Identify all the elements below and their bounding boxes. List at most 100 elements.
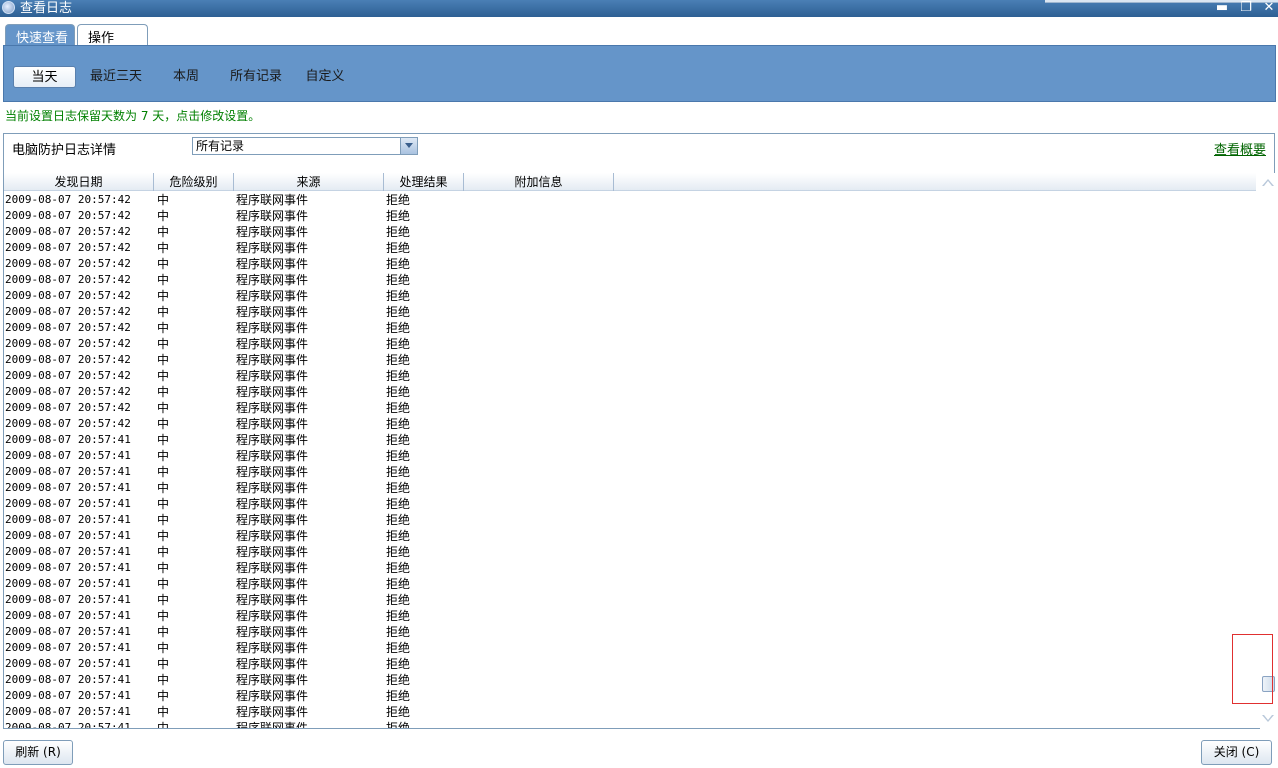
table-row[interactable]: 2009-08-07 20:57:41 中 程序联网事件 拒绝 [4,496,1256,512]
table-cell-src: 程序联网事件 [236,641,309,655]
table-row[interactable]: 2009-08-07 20:57:42 中 程序联网事件 拒绝 [4,384,1256,400]
scroll-up-icon[interactable] [1262,177,1274,187]
table-cell-res: 拒绝 [386,545,411,559]
table-row[interactable]: 2009-08-07 20:57:41 中 程序联网事件 拒绝 [4,640,1256,656]
table-cell-res: 拒绝 [386,321,411,335]
title-bar: 查看日志 ▬ ❐ ✕ [0,0,1278,17]
column-header-result[interactable]: 处理结果 [384,173,464,191]
table-row[interactable]: 2009-08-07 20:57:42 中 程序联网事件 拒绝 [4,304,1256,320]
scroll-down-icon[interactable] [1262,714,1274,724]
refresh-button[interactable]: 刷新 (R) [3,740,73,765]
chevron-down-icon[interactable] [400,138,417,154]
period-today-button[interactable]: 当天 [13,66,76,88]
table-cell-date: 2009-08-07 20:57:42 [5,385,131,398]
table-cell-date: 2009-08-07 20:57:42 [5,289,131,302]
table-row[interactable]: 2009-08-07 20:57:41 中 程序联网事件 拒绝 [4,480,1256,496]
table-cell-lvl: 中 [157,545,170,559]
table-cell-src: 程序联网事件 [236,545,309,559]
period-custom-button[interactable]: 自定义 [301,66,349,88]
table-cell-date: 2009-08-07 20:57:41 [5,529,131,542]
column-header-date[interactable]: 发现日期 [4,173,154,191]
table-cell-res: 拒绝 [386,241,411,255]
table-cell-lvl: 中 [157,593,170,607]
close-window-button[interactable]: ✕ [1261,1,1277,15]
table-row[interactable]: 2009-08-07 20:57:41 中 程序联网事件 拒绝 [4,624,1256,640]
view-overview-link[interactable]: 查看概要 [1214,139,1266,158]
table-row[interactable]: 2009-08-07 20:57:41 中 程序联网事件 拒绝 [4,512,1256,528]
table-row[interactable]: 2009-08-07 20:57:42 中 程序联网事件 拒绝 [4,352,1256,368]
table-cell-lvl: 中 [157,225,170,239]
table-row[interactable]: 2009-08-07 20:57:41 中 程序联网事件 拒绝 [4,464,1256,480]
table-cell-date: 2009-08-07 20:57:42 [5,353,131,366]
table-row[interactable]: 2009-08-07 20:57:41 中 程序联网事件 拒绝 [4,608,1256,624]
table-row[interactable]: 2009-08-07 20:57:42 中 程序联网事件 拒绝 [4,416,1256,432]
table-cell-lvl: 中 [157,721,170,728]
table-cell-date: 2009-08-07 20:57:41 [5,593,131,606]
table-cell-lvl: 中 [157,321,170,335]
table-cell-lvl: 中 [157,625,170,639]
table-cell-lvl: 中 [157,657,170,671]
table-row[interactable]: 2009-08-07 20:57:41 中 程序联网事件 拒绝 [4,672,1256,688]
retention-notice-link[interactable]: 当前设置日志保留天数为 7 天，点击修改设置。 [5,107,260,124]
table-row[interactable]: 2009-08-07 20:57:41 中 程序联网事件 拒绝 [4,544,1256,560]
table-cell-res: 拒绝 [386,257,411,271]
close-button[interactable]: 关闭 (C) [1201,740,1272,765]
table-row[interactable]: 2009-08-07 20:57:42 中 程序联网事件 拒绝 [4,288,1256,304]
column-header-source[interactable]: 来源 [234,173,384,191]
table-row[interactable]: 2009-08-07 20:57:41 中 程序联网事件 拒绝 [4,688,1256,704]
table-cell-lvl: 中 [157,385,170,399]
table-cell-res: 拒绝 [386,193,411,207]
table-cell-res: 拒绝 [386,337,411,351]
table-row[interactable]: 2009-08-07 20:57:42 中 程序联网事件 拒绝 [4,368,1256,384]
period-this-week-button[interactable]: 本周 [164,66,208,88]
table-cell-lvl: 中 [157,257,170,271]
table-cell-src: 程序联网事件 [236,305,309,319]
table-cell-date: 2009-08-07 20:57:42 [5,193,131,206]
detail-title: 电脑防护日志详情 [12,143,117,158]
table-cell-lvl: 中 [157,241,170,255]
table-row[interactable]: 2009-08-07 20:57:41 中 程序联网事件 拒绝 [4,560,1256,576]
table-row[interactable]: 2009-08-07 20:57:42 中 程序联网事件 拒绝 [4,240,1256,256]
table-row[interactable]: 2009-08-07 20:57:41 中 程序联网事件 拒绝 [4,704,1256,720]
table-row[interactable]: 2009-08-07 20:57:41 中 程序联网事件 拒绝 [4,576,1256,592]
table-row[interactable]: 2009-08-07 20:57:42 中 程序联网事件 拒绝 [4,272,1256,288]
table-cell-date: 2009-08-07 20:57:41 [5,465,131,478]
table-row[interactable]: 2009-08-07 20:57:42 中 程序联网事件 拒绝 [4,256,1256,272]
table-row[interactable]: 2009-08-07 20:57:41 中 程序联网事件 拒绝 [4,448,1256,464]
table-row[interactable]: 2009-08-07 20:57:42 中 程序联网事件 拒绝 [4,208,1256,224]
table-row[interactable]: 2009-08-07 20:57:41 中 程序联网事件 拒绝 [4,432,1256,448]
period-all-records-button[interactable]: 所有记录 [226,66,286,88]
table-row[interactable]: 2009-08-07 20:57:41 中 程序联网事件 拒绝 [4,528,1256,544]
table-cell-res: 拒绝 [386,561,411,575]
log-detail-frame: 电脑防护日志详情 所有记录 查看概要 发现日期 危险级别 来源 处理结果 附加信… [3,133,1276,729]
period-last-three-days-button[interactable]: 最近三天 [86,66,146,88]
table-row[interactable]: 2009-08-07 20:57:41 中 程序联网事件 拒绝 [4,720,1256,728]
table-cell-date: 2009-08-07 20:57:42 [5,305,131,318]
table-row[interactable]: 2009-08-07 20:57:41 中 程序联网事件 拒绝 [4,592,1256,608]
table-cell-lvl: 中 [157,705,170,719]
column-header-level[interactable]: 危险级别 [154,173,234,191]
table-cell-lvl: 中 [157,209,170,223]
table-cell-date: 2009-08-07 20:57:41 [5,545,131,558]
table-cell-res: 拒绝 [386,449,411,463]
table-cell-date: 2009-08-07 20:57:42 [5,369,131,382]
restore-button[interactable]: ❐ [1238,1,1254,15]
table-row[interactable]: 2009-08-07 20:57:42 中 程序联网事件 拒绝 [4,224,1256,240]
tab-operations[interactable]: 操作 [77,24,148,46]
table-cell-res: 拒绝 [386,497,411,511]
table-row[interactable]: 2009-08-07 20:57:42 中 程序联网事件 拒绝 [4,336,1256,352]
table-row[interactable]: 2009-08-07 20:57:42 中 程序联网事件 拒绝 [4,320,1256,336]
table-cell-lvl: 中 [157,369,170,383]
table-cell-res: 拒绝 [386,593,411,607]
table-row[interactable]: 2009-08-07 20:57:41 中 程序联网事件 拒绝 [4,656,1256,672]
record-filter-select[interactable]: 所有记录 [192,137,418,155]
table-row[interactable]: 2009-08-07 20:57:42 中 程序联网事件 拒绝 [4,400,1256,416]
column-header-extra[interactable]: 附加信息 [464,173,614,191]
table-cell-res: 拒绝 [386,609,411,623]
minimize-button[interactable]: ▬ [1214,1,1230,15]
table-row[interactable]: 2009-08-07 20:57:42 中 程序联网事件 拒绝 [4,192,1256,208]
table-cell-date: 2009-08-07 20:57:41 [5,577,131,590]
table-cell-date: 2009-08-07 20:57:42 [5,209,131,222]
tab-quick-view[interactable]: 快速查看 [5,24,75,47]
table-cell-src: 程序联网事件 [236,449,309,463]
